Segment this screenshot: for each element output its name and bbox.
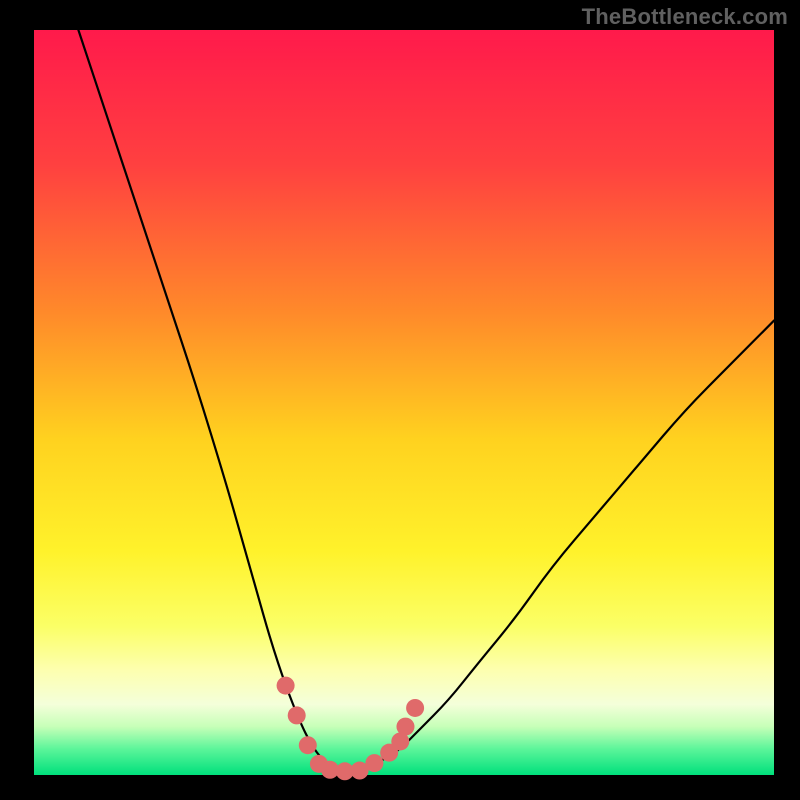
chart-frame: TheBottleneck.com	[0, 0, 800, 800]
curve-marker	[277, 677, 295, 695]
curve-marker	[396, 718, 414, 736]
curve-marker	[299, 736, 317, 754]
watermark-text: TheBottleneck.com	[582, 4, 788, 30]
curve-marker	[406, 699, 424, 717]
curve-marker	[288, 706, 306, 724]
plot-background	[34, 30, 774, 775]
curve-marker	[365, 754, 383, 772]
bottleneck-chart	[0, 0, 800, 800]
